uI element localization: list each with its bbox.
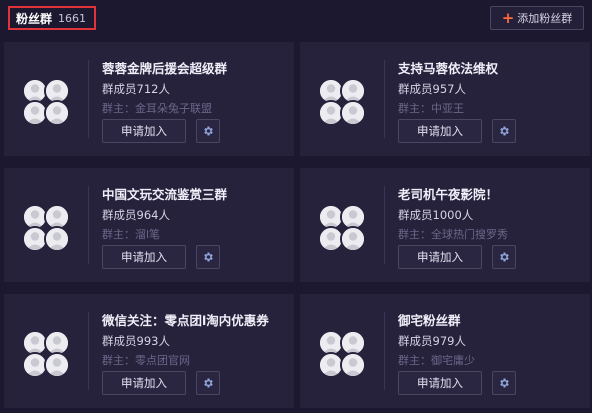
group-member-count: 群成员712人 — [102, 82, 170, 96]
group-name[interactable]: 支持马蓉依法维权 — [398, 58, 498, 77]
group-avatars — [22, 330, 72, 380]
group-owner[interactable]: 群主：全球热门搜罗秀 — [398, 226, 508, 242]
group-member-count: 群成员993人 — [102, 334, 170, 348]
group-name[interactable]: 微信关注：零点团l淘内优惠券 — [102, 310, 269, 329]
join-group-button[interactable]: 申请加入 — [102, 245, 186, 269]
group-member-count: 群成员979人 — [398, 334, 466, 348]
card-divider — [384, 186, 385, 264]
fan-group-header: 粉丝群 1661 + 添加粉丝群 — [0, 0, 592, 38]
group-owner[interactable]: 群主：金耳朵兔子联盟 — [102, 100, 212, 116]
group-settings-button[interactable] — [196, 119, 220, 143]
plus-icon: + — [501, 8, 515, 27]
card-divider — [384, 60, 385, 138]
group-avatars — [318, 204, 368, 254]
group-name[interactable]: 御宅粉丝群 — [398, 310, 461, 329]
page-title: 粉丝群 — [16, 11, 53, 26]
group-owner[interactable]: 群主：御宅庸少 — [398, 352, 475, 368]
gear-icon — [202, 125, 214, 137]
add-fan-group-label: 添加粉丝群 — [517, 12, 573, 25]
group-name[interactable]: 中国文玩交流鉴赏三群 — [102, 184, 227, 203]
join-group-label: 申请加入 — [121, 376, 167, 390]
join-group-label: 申请加入 — [121, 124, 167, 138]
group-settings-button[interactable] — [492, 371, 516, 395]
card-divider — [384, 312, 385, 390]
join-group-button[interactable]: 申请加入 — [398, 119, 482, 143]
group-card: 蓉蓉金牌后援会超级群群成员712人群主：金耳朵兔子联盟申请加入 — [4, 42, 294, 156]
group-settings-button[interactable] — [196, 245, 220, 269]
default-avatar-icon — [340, 226, 366, 252]
default-avatar-icon — [340, 352, 366, 378]
join-group-label: 申请加入 — [417, 250, 463, 264]
default-avatar-icon — [44, 352, 70, 378]
card-divider — [88, 60, 89, 138]
group-avatars — [22, 78, 72, 128]
group-settings-button[interactable] — [196, 371, 220, 395]
group-avatars — [22, 204, 72, 254]
group-name[interactable]: 老司机午夜影院！ — [398, 184, 498, 203]
join-group-label: 申请加入 — [417, 376, 463, 390]
group-owner[interactable]: 群主：溜l笔 — [102, 226, 160, 242]
group-card: 老司机午夜影院！ 群成员1000人群主：全球热门搜罗秀申请加入 — [300, 168, 590, 282]
group-member-count: 群成员964人 — [102, 208, 170, 222]
group-settings-button[interactable] — [492, 119, 516, 143]
join-group-label: 申请加入 — [417, 124, 463, 138]
group-settings-button[interactable] — [492, 245, 516, 269]
group-name[interactable]: 蓉蓉金牌后援会超级群 — [102, 58, 227, 77]
add-fan-group-button[interactable]: + 添加粉丝群 — [490, 6, 584, 30]
join-group-button[interactable]: 申请加入 — [102, 119, 186, 143]
group-avatars — [318, 330, 368, 380]
gear-icon — [202, 377, 214, 389]
default-avatar-icon — [44, 100, 70, 126]
default-avatar-icon — [44, 226, 70, 252]
group-member-count: 群成员1000人 — [398, 208, 474, 222]
gear-icon — [498, 251, 510, 263]
default-avatar-icon — [340, 100, 366, 126]
fan-group-title-box: 粉丝群 1661 — [8, 6, 96, 30]
group-owner[interactable]: 群主：中亚王 — [398, 100, 464, 116]
group-card: 支持马蓉依法维权群成员957人 群主：中亚王申请加入 — [300, 42, 590, 156]
card-divider — [88, 312, 89, 390]
gear-icon — [498, 125, 510, 137]
group-card: 微信关注：零点团l淘内优惠券群成员993人群主：零点团官网 申请加入 — [4, 294, 294, 408]
group-card: 中国文玩交流鉴赏三群群成员964人 群主：溜l笔申请加入 — [4, 168, 294, 282]
join-group-button[interactable]: 申请加入 — [102, 371, 186, 395]
group-avatars — [318, 78, 368, 128]
group-owner[interactable]: 群主：零点团官网 — [102, 352, 190, 368]
group-count: 1661 — [58, 11, 87, 25]
join-group-label: 申请加入 — [121, 250, 167, 264]
gear-icon — [498, 377, 510, 389]
group-member-count: 群成员957人 — [398, 82, 466, 96]
group-card: 御宅粉丝群群成员979人 群主：御宅庸少申请加入 — [300, 294, 590, 408]
join-group-button[interactable]: 申请加入 — [398, 245, 482, 269]
gear-icon — [202, 251, 214, 263]
join-group-button[interactable]: 申请加入 — [398, 371, 482, 395]
card-divider — [88, 186, 89, 264]
